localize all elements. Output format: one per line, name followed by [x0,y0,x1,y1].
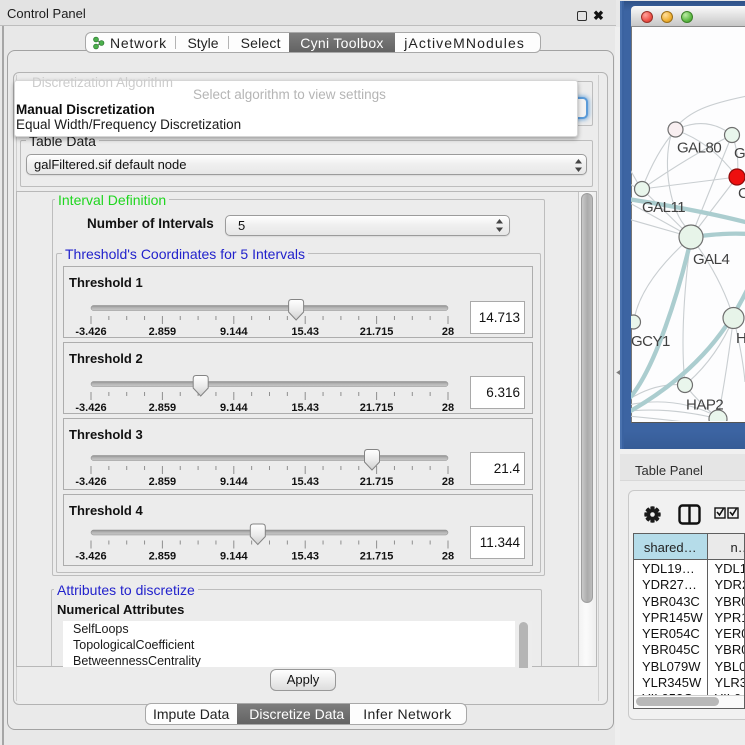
svg-text:2.859: 2.859 [149,326,177,338]
svg-text:9.144: 9.144 [220,550,248,562]
svg-text:28: 28 [442,326,454,338]
svg-text:C: C [738,185,745,202]
svg-text:GCY1: GCY1 [631,333,670,350]
svg-text:28: 28 [442,550,454,562]
svg-text:9.144: 9.144 [220,402,248,414]
svg-text:-3.426: -3.426 [75,550,106,562]
svg-text:21.715: 21.715 [360,476,394,488]
svg-text:21.715: 21.715 [360,326,394,338]
svg-text:9.144: 9.144 [220,326,248,338]
svg-text:21.715: 21.715 [360,550,394,562]
svg-text:28: 28 [442,476,454,488]
svg-text:15.43: 15.43 [291,402,319,414]
svg-text:HAP2: HAP2 [686,397,723,414]
svg-text:2.859: 2.859 [149,550,177,562]
svg-text:9.144: 9.144 [220,476,248,488]
svg-text:15.43: 15.43 [291,550,319,562]
svg-text:GAL11: GAL11 [642,199,685,216]
svg-text:15.43: 15.43 [291,476,319,488]
svg-text:GAL80: GAL80 [677,140,721,157]
svg-text:GAL4: GAL4 [693,251,730,268]
svg-text:-3.426: -3.426 [75,402,106,414]
svg-text:GA: GA [734,145,745,162]
svg-text:H: H [736,330,745,347]
svg-text:28: 28 [442,402,454,414]
svg-text:-3.426: -3.426 [75,326,106,338]
svg-text:2.859: 2.859 [149,476,177,488]
svg-text:15.43: 15.43 [291,326,319,338]
svg-text:2.859: 2.859 [149,402,177,414]
svg-text:21.715: 21.715 [360,402,394,414]
svg-text:-3.426: -3.426 [75,476,106,488]
